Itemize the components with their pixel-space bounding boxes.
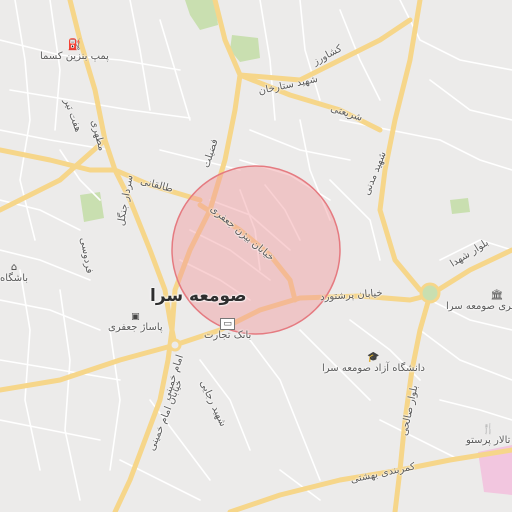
poi-restaurant[interactable]: 🍴 تالار پرستو — [466, 424, 510, 446]
fork-knife-icon: 🍴 — [481, 424, 495, 435]
shop-icon: ▣ — [131, 312, 140, 322]
home-icon: ⌂ — [10, 262, 18, 273]
bank-icon: ▭ — [220, 318, 235, 330]
poi-passage[interactable]: ▣ پاساژ جعفری — [108, 312, 163, 333]
poi-gym[interactable]: ⌂ باشگاه — [0, 262, 28, 284]
city-label: صومعه سرا — [150, 286, 247, 306]
poi-passage-label: پاساژ جعفری — [108, 322, 163, 333]
museum-icon: 🏛 — [490, 290, 504, 301]
poi-college[interactable]: 🏛 دانشگستری صومعه سرا — [446, 290, 512, 312]
poi-gym-label: باشگاه — [0, 273, 29, 284]
map-view[interactable]: کشاورز شهید ستارخان شریعتی شهید مدنی بلو… — [0, 0, 512, 512]
poi-university[interactable]: 🎓 دانشگاه آزاد صومعه سرا — [322, 352, 425, 374]
gas-pump-icon: ⛽ — [67, 38, 82, 51]
poi-bank-label: بانک تجارت — [204, 330, 252, 341]
poi-university-label: دانشگاه آزاد صومعه سرا — [322, 363, 425, 374]
poi-college-label: دانشگستری صومعه سرا — [446, 301, 512, 312]
poi-bank[interactable]: ▭ بانک تجارت — [204, 318, 251, 341]
poi-gas-station[interactable]: ⛽ پمپ بنزین کسما — [40, 38, 109, 62]
map-canvas[interactable] — [0, 0, 512, 512]
poi-gas-station-label: پمپ بنزین کسما — [40, 51, 109, 62]
graduation-cap-icon: 🎓 — [367, 352, 380, 363]
poi-restaurant-label: تالار پرستو — [466, 435, 511, 446]
